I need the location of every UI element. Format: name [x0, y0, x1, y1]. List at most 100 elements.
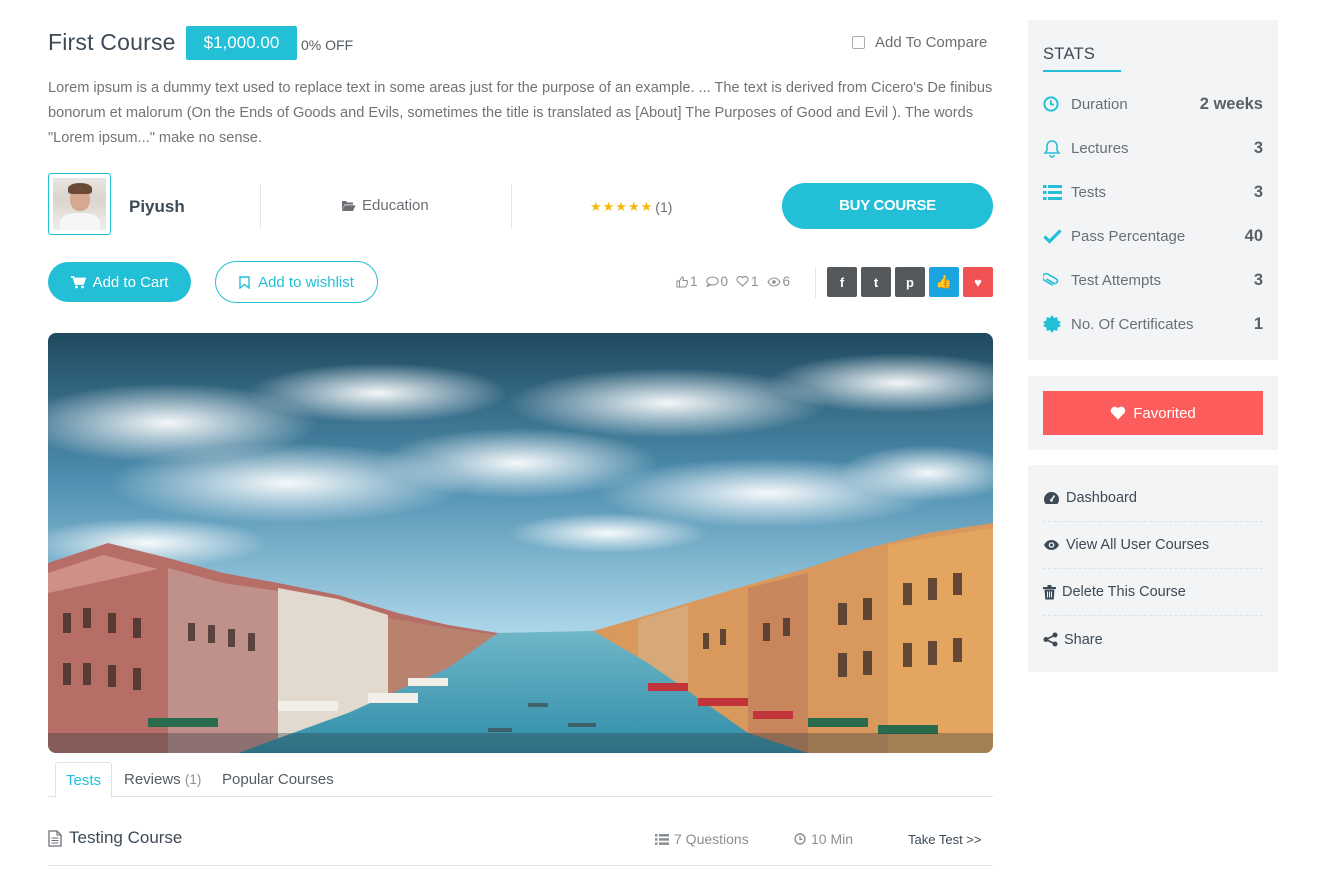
add-to-wishlist-button[interactable]: Add to wishlist	[215, 261, 378, 303]
share-divider	[815, 268, 816, 298]
share-buttons: f t p 👍 ♥	[827, 267, 993, 297]
author-name[interactable]: Piyush	[129, 197, 185, 217]
discount-label: 0% OFF	[301, 37, 354, 53]
comments-count: 0	[720, 274, 729, 289]
stat-label: Test Attempts	[1071, 271, 1162, 289]
facebook-icon[interactable]: f	[827, 267, 857, 297]
engagement-counters: 1 0 1 6	[676, 274, 790, 289]
clock-icon	[1043, 96, 1071, 112]
share-label: Share	[1064, 631, 1103, 648]
share-icon	[1043, 632, 1058, 647]
thumbs-up-icon	[676, 275, 688, 287]
like-icon[interactable]: 👍	[929, 267, 959, 297]
bell-icon	[1043, 139, 1071, 158]
favorited-button[interactable]: Favorited	[1043, 391, 1263, 435]
tab-tests[interactable]: Tests	[55, 762, 112, 798]
add-to-cart-button[interactable]: Add to Cart	[48, 262, 191, 302]
stat-certificates: No. Of Certificates 1	[1043, 312, 1263, 336]
stats-panel: STATS Duration 2 weeks Lectures 3 Tests …	[1028, 20, 1278, 360]
course-cover-image	[48, 333, 993, 753]
test-duration: 10 Min	[794, 831, 853, 847]
tab-reviews-count: (1)	[184, 772, 202, 787]
heart-icon	[1111, 406, 1126, 420]
rating-stars: ★★★★★	[590, 199, 654, 214]
favorites-count: 1	[751, 274, 759, 289]
views-count: 6	[782, 274, 791, 289]
share-link[interactable]: Share	[1043, 616, 1263, 663]
stat-value: 40	[1244, 226, 1263, 245]
compare-checkbox[interactable]	[852, 36, 865, 49]
stats-heading: STATS	[1043, 45, 1096, 63]
test-title-label: Testing Course	[69, 828, 183, 847]
compare-toggle[interactable]: Add To Compare	[852, 34, 987, 51]
stat-label: No. Of Certificates	[1071, 315, 1194, 333]
likes-counter[interactable]: 1	[676, 274, 698, 289]
price-badge: $1,000.00	[186, 26, 297, 60]
heart-outline-icon	[736, 276, 749, 287]
rating-count: (1)	[655, 199, 673, 215]
dashboard-link[interactable]: Dashboard	[1043, 475, 1263, 522]
list-icon	[655, 833, 669, 845]
tab-reviews-label: Reviews	[124, 771, 181, 788]
delete-course-link[interactable]: Delete This Course	[1043, 569, 1263, 616]
folder-open-icon	[342, 200, 356, 211]
stat-value: 1	[1253, 314, 1263, 333]
check-icon	[1043, 228, 1071, 244]
eye-icon	[1044, 540, 1059, 550]
certificate-icon	[1043, 315, 1071, 333]
course-actions-panel: Dashboard View All User Courses Delete T…	[1028, 465, 1278, 672]
stat-label: Tests	[1071, 183, 1107, 201]
dashboard-label: Dashboard	[1066, 490, 1137, 506]
view-courses-label: View All User Courses	[1066, 537, 1210, 553]
heart-icon[interactable]: ♥	[963, 267, 993, 297]
favorite-panel: Favorited	[1028, 376, 1278, 450]
cart-icon	[70, 275, 86, 288]
stat-value: 3	[1253, 270, 1263, 289]
comments-counter[interactable]: 0	[705, 274, 729, 289]
favorited-label: Favorited	[1133, 404, 1196, 422]
document-icon	[48, 829, 62, 847]
pinterest-icon[interactable]: p	[895, 267, 925, 297]
buy-course-button[interactable]: BUY COURSE	[782, 183, 993, 229]
course-description: Lorem ipsum is a dummy text used to repl…	[48, 80, 993, 146]
stat-pass-percentage: Pass Percentage 40	[1043, 224, 1263, 248]
course-title: First Course	[48, 29, 176, 55]
list-icon	[1043, 184, 1071, 200]
stats-heading-underline	[1043, 70, 1121, 72]
cart-label: Add to Cart	[92, 273, 169, 291]
test-duration-label: 10 Min	[811, 831, 854, 847]
avatar-photo	[53, 178, 106, 230]
likes-count: 1	[690, 274, 698, 289]
take-test-link[interactable]: Take Test >>	[908, 832, 981, 847]
comment-icon	[705, 276, 719, 287]
stat-test-attempts: Test Attempts 3	[1043, 268, 1263, 292]
course-tabs: Tests Reviews (1) Popular Courses	[48, 762, 993, 798]
favorites-counter[interactable]: 1	[736, 274, 759, 289]
tab-reviews[interactable]: Reviews (1)	[124, 762, 201, 797]
meta-divider	[260, 184, 261, 228]
category-label: Education	[362, 197, 429, 214]
stat-value: 2 weeks	[1199, 94, 1263, 113]
wishlist-label: Add to wishlist	[258, 273, 354, 291]
stat-lectures: Lectures 3	[1043, 136, 1263, 160]
test-question-count: 7 Questions	[655, 831, 749, 847]
trash-icon	[1043, 584, 1056, 599]
compare-label: Add To Compare	[875, 34, 988, 51]
tab-popular-courses[interactable]: Popular Courses	[222, 762, 334, 797]
stat-label: Pass Percentage	[1071, 227, 1186, 245]
view-all-user-courses-link[interactable]: View All User Courses	[1043, 522, 1263, 569]
bookmark-icon	[239, 275, 250, 289]
twitter-icon[interactable]: t	[861, 267, 891, 297]
paperclip-icon	[1043, 271, 1071, 289]
stat-duration: Duration 2 weeks	[1043, 92, 1263, 116]
stat-value: 3	[1253, 138, 1263, 157]
stat-tests: Tests 3	[1043, 180, 1263, 204]
test-questions-label: 7 Questions	[674, 831, 749, 847]
delete-course-label: Delete This Course	[1062, 584, 1186, 600]
stat-value: 3	[1253, 182, 1263, 201]
stat-label: Duration	[1071, 95, 1128, 113]
author-avatar[interactable]	[48, 173, 111, 235]
course-rating: ★★★★★ (1)	[590, 199, 672, 215]
course-category[interactable]: Education	[341, 197, 429, 214]
stat-label: Lectures	[1071, 139, 1129, 157]
